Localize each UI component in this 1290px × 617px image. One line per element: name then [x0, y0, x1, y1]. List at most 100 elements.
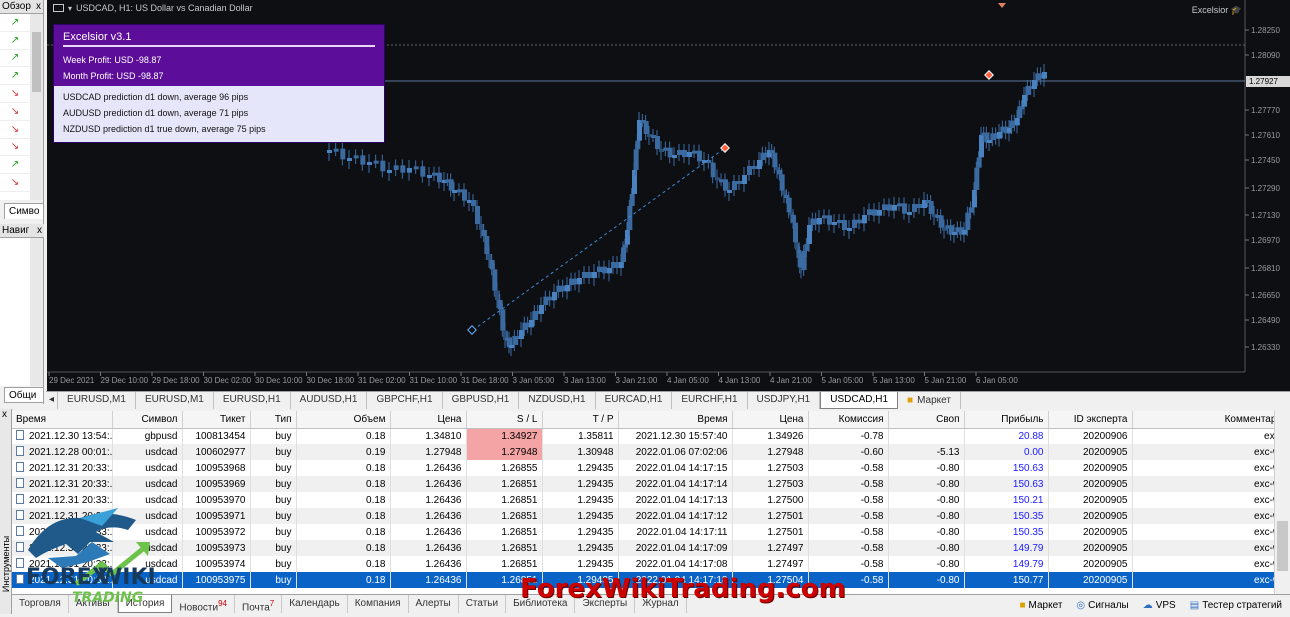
table-cell: 2022.01.04 14:17:12	[618, 508, 733, 524]
trend-down-icon[interactable]: ↘	[0, 139, 30, 157]
column-header[interactable]: S / L	[466, 411, 543, 429]
market-link[interactable]: ■ Маркет	[1020, 600, 1063, 611]
vps-link[interactable]: ☁ VPS	[1143, 600, 1176, 611]
navigator-close-icon[interactable]: x	[37, 224, 42, 237]
signals-link[interactable]: ◎ Сигналы	[1076, 600, 1128, 611]
navigator-tab-common[interactable]: Общи	[4, 387, 44, 403]
trade-entry-marker	[467, 325, 477, 335]
candle-body	[917, 204, 922, 208]
toolbox-tab[interactable]: Статьи	[459, 594, 507, 613]
cell-value: 1.26851	[501, 478, 538, 490]
expert-advisor-label[interactable]: Excelsior 🎓	[1192, 5, 1242, 16]
trend-down-icon[interactable]: ↘	[0, 103, 30, 121]
navigator-tree[interactable]	[0, 238, 30, 386]
trend-up-icon[interactable]: ↗	[0, 32, 30, 50]
table-cell: 1.29435	[542, 476, 619, 492]
column-header[interactable]: ID эксперта	[1048, 411, 1133, 429]
chart-tab[interactable]: EURCAD,H1	[596, 392, 673, 409]
table-row[interactable]: 2021.12.28 00:01:... usdcad 100602977 buy 0.…	[12, 444, 1274, 460]
candle-body	[462, 189, 467, 201]
chart-tab[interactable]: EURUSD,M1	[136, 392, 214, 409]
table-cell: 0.18	[296, 428, 391, 444]
toolbox-tab-label: Алерты	[415, 597, 451, 609]
price-chart[interactable]: 1.28250 1.28090 1.27770 1.27610 1.27450 1.272…	[47, 0, 1290, 391]
column-header[interactable]: Объем	[296, 411, 391, 429]
table-cell: buy	[250, 476, 297, 492]
chart-tab[interactable]: EURUSD,M1	[58, 392, 136, 409]
cell-value: 149.79	[1012, 542, 1044, 554]
toolbox-tab[interactable]: Новости94	[172, 594, 236, 613]
strategy-tester-link[interactable]: ▤ Тестер стратегий	[1190, 600, 1282, 611]
navigator-header[interactable]: Навиг x	[0, 224, 44, 238]
trend-down-icon[interactable]: ↘	[0, 85, 30, 103]
column-header[interactable]: Прибыль	[964, 411, 1049, 429]
chart-tab[interactable]: EURCHF,H1	[672, 392, 748, 409]
column-header[interactable]: Время	[12, 411, 113, 429]
market-watch-tab-symbols[interactable]: Симво	[4, 203, 44, 219]
cell-value: 0.18	[366, 558, 386, 570]
trend-down-icon[interactable]: ↘	[0, 174, 30, 192]
toolbox-tab[interactable]: Почта7	[235, 594, 283, 613]
toolbox-tab[interactable]: Компания	[348, 594, 409, 613]
column-header[interactable]: Символ	[112, 411, 183, 429]
toolbox-side-bar[interactable]: Инструменты	[0, 409, 12, 614]
table-row[interactable]: 2021.12.31 20:33:... usdcad 100953968 buy 0.…	[12, 460, 1274, 476]
table-cell: 1.27497	[732, 556, 809, 572]
trade-exit-marker	[984, 70, 994, 80]
column-header[interactable]: Цена	[390, 411, 467, 429]
chart-arrows-icon: ▾	[68, 3, 73, 13]
column-header[interactable]: Комментарий▲	[1132, 411, 1274, 429]
market-watch-scrollbar[interactable]	[30, 14, 43, 200]
navigator-scrollbar[interactable]	[30, 238, 43, 386]
trend-up-icon[interactable]: ↗	[0, 67, 30, 86]
table-row[interactable]: 2021.12.31 20:33:...usdcad100953972buy0.…	[12, 524, 1274, 540]
chart-tab[interactable]: USDJPY,H1	[748, 392, 821, 409]
chart-tab[interactable]: AUDUSD,H1	[291, 392, 368, 409]
tabs-scroll-icon[interactable]: ◂	[46, 392, 59, 409]
cell-value: buy	[275, 510, 292, 522]
time-tick-label: 30 Dec 02:00	[204, 376, 252, 385]
table-cell: -0.80	[888, 524, 965, 540]
table-row[interactable]: 2021.12.31 20:33:... usdcad 100953973 buy 0.…	[12, 540, 1274, 556]
cell-value: gbpusd	[144, 430, 178, 442]
cell-value: exc-weekly	[1254, 462, 1274, 474]
deal-document-icon	[16, 430, 24, 441]
chart-tab[interactable]: GBPCHF,H1	[367, 392, 443, 409]
trend-down-icon[interactable]: ↘	[0, 121, 30, 139]
table-cell: 1.29435	[542, 556, 619, 572]
table-cell: 100953970	[182, 492, 251, 508]
table-row[interactable]: 2021.12.31 20:33:...usdcad100953974buy0.…	[12, 556, 1274, 572]
column-header[interactable]: Комиссия	[808, 411, 889, 429]
table-row[interactable]: 2021.12.30 13:54:... gbpusd 100813454 buy 0.…	[12, 428, 1274, 444]
market-watch-close-icon[interactable]: x	[36, 0, 41, 13]
cell-value: 1.30948	[577, 446, 614, 458]
trend-up-icon[interactable]: ↗	[0, 50, 30, 68]
chart-tab[interactable]: USDCAD,H1	[820, 392, 899, 409]
toolbox-close-icon[interactable]: x	[2, 409, 7, 420]
trend-up-icon[interactable]: ↗	[0, 156, 30, 175]
market-watch-header[interactable]: Обзор x	[0, 0, 43, 14]
column-header[interactable]: Цена	[732, 411, 809, 429]
chart-tab-market[interactable]: ■ Маркет	[898, 392, 961, 409]
table-scrollbar[interactable]	[1274, 411, 1290, 594]
scrollbar-thumb[interactable]	[32, 32, 41, 92]
market-watch-list[interactable]: ↗ ↗ ↗ ↗ ↘ ↘ ↘ ↘ ↗ ↘	[0, 14, 30, 200]
table-row[interactable]: 2021.12.31 20:33:... usdcad 100953970 buy 0.…	[12, 492, 1274, 508]
cell-value: 2021.12.30 15:57:40	[635, 430, 728, 442]
table-row[interactable]: 2021.12.31 20:33:... usdcad 100953969 buy 0.…	[12, 476, 1274, 492]
column-header[interactable]: Своп	[888, 411, 965, 429]
table-row[interactable]: 2021.12.31 20:33:... usdcad 100953971 buy 0.…	[12, 508, 1274, 524]
candle-body	[360, 155, 366, 165]
chart-tab[interactable]: EURUSD,H1	[214, 392, 291, 409]
column-header[interactable]: Время	[618, 411, 733, 429]
chart-tab[interactable]: GBPUSD,H1	[443, 392, 520, 409]
column-header[interactable]: T / P	[542, 411, 619, 429]
column-header[interactable]: Тип	[250, 411, 297, 429]
scrollbar-thumb[interactable]	[1277, 521, 1288, 571]
column-header[interactable]: Тикет	[182, 411, 251, 429]
toolbox-tab[interactable]: Календарь	[282, 594, 348, 613]
trend-up-icon[interactable]: ↗	[0, 14, 30, 32]
table-cell: -0.80	[888, 572, 965, 588]
toolbox-tab[interactable]: Алерты	[409, 594, 459, 613]
chart-tab[interactable]: NZDUSD,H1	[519, 392, 596, 409]
